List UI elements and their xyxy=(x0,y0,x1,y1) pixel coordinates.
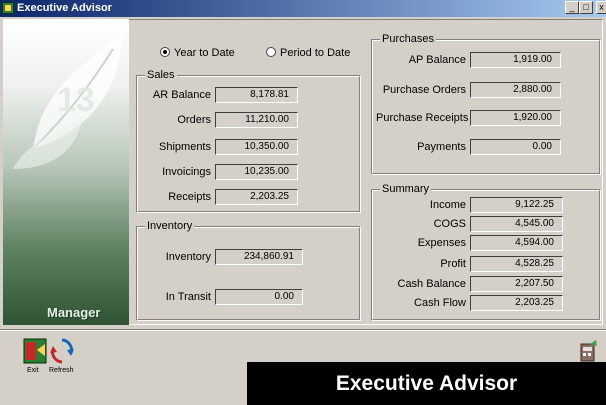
minimize-button[interactable]: _ xyxy=(565,1,579,14)
profit-field: 4,528.25 xyxy=(470,256,563,272)
cash-flow-label: Cash Flow xyxy=(414,297,466,309)
orders-field: 11,210.00 xyxy=(215,112,298,128)
calculator-icon[interactable] xyxy=(580,340,598,362)
maximize-button[interactable]: □ xyxy=(579,1,593,14)
ap-balance-field: 1,919.00 xyxy=(470,52,561,68)
close-button[interactable]: x xyxy=(596,1,606,14)
year-to-date-radio[interactable]: Year to Date xyxy=(160,47,235,60)
income-field: 9,122.25 xyxy=(470,197,563,213)
app-icon xyxy=(2,2,14,14)
receipts-field: 2,203.25 xyxy=(215,189,298,205)
exit-button[interactable] xyxy=(23,336,49,366)
period-to-date-label: Period to Date xyxy=(280,47,351,59)
payments-label: Payments xyxy=(417,141,466,153)
summary-group-title: Summary xyxy=(380,183,432,195)
expenses-field: 4,594.00 xyxy=(470,235,563,251)
year-to-date-label: Year to Date xyxy=(174,47,235,59)
purchase-orders-field: 2,880.00 xyxy=(470,82,561,98)
expenses-label: Expenses xyxy=(417,237,466,249)
payments-field: 0.00 xyxy=(470,139,561,155)
radio-unchecked-icon xyxy=(266,47,276,57)
exit-door-icon xyxy=(23,338,47,364)
period-to-date-radio[interactable]: Period to Date xyxy=(266,47,350,60)
exit-label: Exit xyxy=(27,367,39,374)
refresh-label: Refresh xyxy=(49,367,74,374)
cash-balance-field: 2,207.50 xyxy=(470,276,563,292)
side-panel: 13 Manager xyxy=(3,19,129,325)
purchase-orders-label: Purchase Orders xyxy=(382,84,466,96)
cash-flow-field: 2,203.25 xyxy=(470,295,563,311)
inventory-label: Inventory xyxy=(165,251,211,263)
invoicings-field: 10,235.00 xyxy=(215,164,298,180)
refresh-button[interactable] xyxy=(49,336,75,366)
ar-balance-field: 8,178.81 xyxy=(215,87,298,103)
purchases-group-title: Purchases xyxy=(380,33,436,45)
income-label: Income xyxy=(429,199,466,211)
inventory-group: Inventory xyxy=(136,220,361,321)
logo-text: 13 xyxy=(57,81,95,119)
purchase-receipts-label: Purchase Receipts xyxy=(376,112,469,124)
manager-label: Manager xyxy=(47,305,101,320)
inventory-group-title: Inventory xyxy=(145,220,195,232)
leaf-logo-icon xyxy=(13,29,123,169)
receipts-label: Receipts xyxy=(168,191,211,203)
ap-balance-label: AP Balance xyxy=(408,54,466,66)
shipments-field: 10,350.00 xyxy=(215,139,298,155)
window-title: Executive Advisor xyxy=(17,2,112,14)
radio-checked-icon xyxy=(160,47,170,57)
ar-balance-label: AR Balance xyxy=(152,89,211,101)
title-bar: Executive Advisor _ □ x xyxy=(0,0,606,17)
cogs-field: 4,545.00 xyxy=(470,216,563,232)
toolbar-separator xyxy=(0,329,606,331)
profit-label: Profit xyxy=(440,258,466,270)
shipments-label: Shipments xyxy=(159,141,211,153)
in-transit-label: In Transit xyxy=(165,291,211,303)
invoicings-label: Invoicings xyxy=(162,166,211,178)
purchase-receipts-field: 1,920.00 xyxy=(470,110,561,126)
inventory-field: 234,860.91 xyxy=(215,249,303,265)
in-transit-field: 0.00 xyxy=(215,289,303,305)
product-banner: Executive Advisor xyxy=(247,362,606,405)
sales-group-title: Sales xyxy=(145,69,177,81)
cogs-label: COGS xyxy=(433,218,466,230)
calculator-icon-glyph xyxy=(580,340,597,362)
refresh-icon xyxy=(50,338,74,364)
orders-label: Orders xyxy=(177,114,211,126)
cash-balance-label: Cash Balance xyxy=(397,278,467,290)
